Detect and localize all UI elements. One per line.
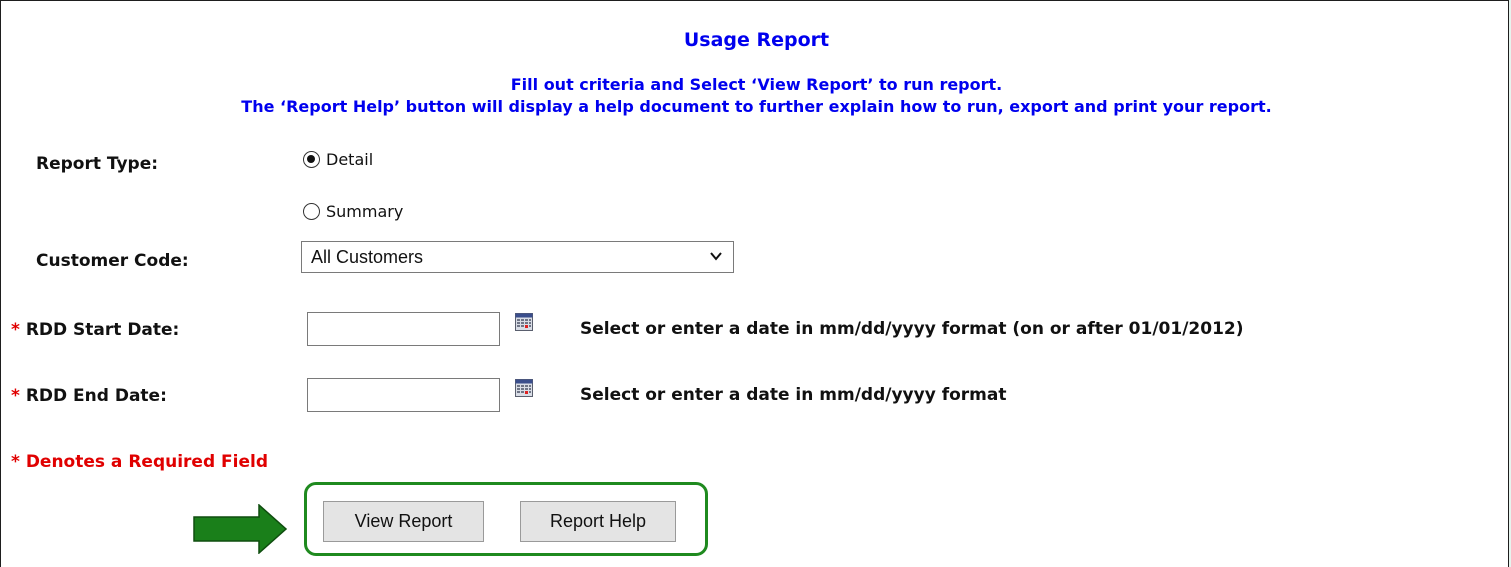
rdd-start-date-text: RDD Start Date: bbox=[25, 320, 180, 340]
rdd-end-date-label: * RDD End Date: bbox=[11, 386, 167, 406]
required-asterisk: * bbox=[11, 452, 20, 472]
radio-detail[interactable]: Detail bbox=[303, 150, 373, 169]
radio-detail-label[interactable]: Detail bbox=[326, 150, 373, 169]
rdd-start-date-label: * RDD Start Date: bbox=[11, 320, 179, 340]
rdd-end-date-input[interactable] bbox=[307, 378, 500, 412]
required-asterisk: * bbox=[11, 320, 20, 340]
view-report-button[interactable]: View Report bbox=[323, 501, 484, 542]
report-type-label: Report Type: bbox=[36, 154, 159, 174]
rdd-start-date-input[interactable] bbox=[307, 312, 500, 346]
report-help-button[interactable]: Report Help bbox=[520, 501, 676, 542]
required-asterisk: * bbox=[11, 386, 20, 406]
action-buttons-highlight: View Report Report Help bbox=[304, 482, 708, 556]
rdd-end-date-hint: Select or enter a date in mm/dd/yyyy for… bbox=[580, 385, 1007, 405]
radio-summary-button[interactable] bbox=[303, 203, 320, 220]
arrow-right-icon bbox=[193, 504, 288, 554]
radio-summary[interactable]: Summary bbox=[303, 202, 403, 221]
required-field-note: * Denotes a Required Field bbox=[11, 452, 268, 472]
instruction-line-1: Fill out criteria and Select ‘View Repor… bbox=[510, 75, 1003, 94]
calendar-icon[interactable] bbox=[515, 379, 533, 397]
radio-detail-button[interactable] bbox=[303, 151, 320, 168]
customer-code-value[interactable]: All Customers bbox=[311, 247, 423, 268]
radio-summary-label[interactable]: Summary bbox=[326, 202, 403, 221]
chevron-down-icon[interactable] bbox=[710, 250, 722, 262]
page-title: Usage Report bbox=[683, 29, 830, 51]
report-panel: Usage Report Fill out criteria and Selec… bbox=[0, 0, 1509, 567]
customer-code-select[interactable]: All Customers bbox=[301, 241, 734, 273]
customer-code-label: Customer Code: bbox=[36, 251, 189, 271]
calendar-icon[interactable] bbox=[515, 313, 533, 331]
required-note-text: Denotes a Required Field bbox=[25, 452, 269, 472]
rdd-end-date-text: RDD End Date: bbox=[25, 386, 167, 406]
instruction-line-2: The ‘Report Help’ button will display a … bbox=[241, 97, 1272, 116]
rdd-start-date-hint: Select or enter a date in mm/dd/yyyy for… bbox=[580, 319, 1244, 339]
